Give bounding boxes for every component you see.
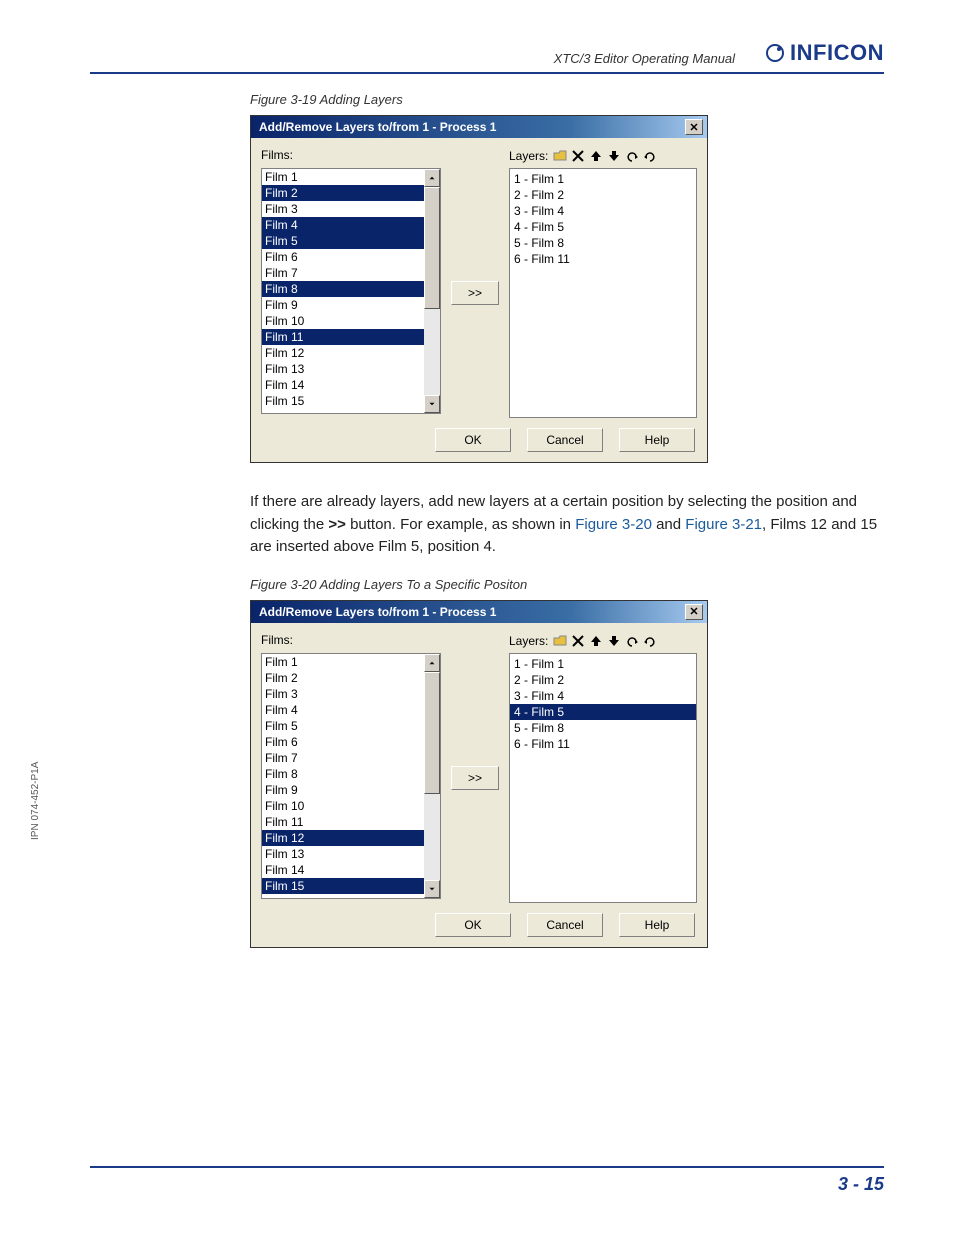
dialog-title: Add/Remove Layers to/from 1 - Process 1 [259,605,496,619]
film-item[interactable]: Film 11 [262,329,424,345]
film-item[interactable]: Film 2 [262,185,424,201]
film-item[interactable]: Film 8 [262,766,424,782]
ok-button[interactable]: OK [435,913,511,937]
layer-item[interactable]: 1 - Film 1 [510,656,696,672]
manual-title: XTC/3 Editor Operating Manual [554,51,745,66]
figure-caption-20: Figure 3-20 Adding Layers To a Specific … [250,577,884,592]
dialog-title: Add/Remove Layers to/from 1 - Process 1 [259,120,496,134]
films-label: Films: [261,633,441,649]
delete-icon[interactable] [570,148,586,164]
delete-icon[interactable] [570,633,586,649]
film-item[interactable]: Film 9 [262,782,424,798]
move-right-button[interactable]: >> [451,281,499,305]
cancel-button[interactable]: Cancel [527,428,603,452]
layers-label: Layers: [509,149,548,163]
film-item[interactable]: Film 13 [262,361,424,377]
ipn-label: IPN 074-452-P1A [30,762,41,840]
film-item[interactable]: Film 10 [262,798,424,814]
undo-icon[interactable] [624,633,640,649]
dialog-fig20: Add/Remove Layers to/from 1 - Process 1 … [250,600,708,948]
film-item[interactable]: Film 3 [262,686,424,702]
film-item[interactable]: Film 13 [262,846,424,862]
help-button[interactable]: Help [619,913,695,937]
redo-icon[interactable] [642,148,658,164]
close-icon[interactable]: ✕ [685,604,703,620]
film-item[interactable]: Film 2 [262,670,424,686]
scrollbar[interactable] [424,654,440,898]
film-item[interactable]: Film 6 [262,734,424,750]
scroll-thumb[interactable] [424,187,440,309]
titlebar[interactable]: Add/Remove Layers to/from 1 - Process 1 … [251,601,707,623]
move-right-button[interactable]: >> [451,766,499,790]
film-item[interactable]: Film 4 [262,217,424,233]
layer-item[interactable]: 6 - Film 11 [510,736,696,752]
film-item[interactable]: Film 15 [262,393,424,409]
film-item[interactable]: Film 3 [262,201,424,217]
scroll-thumb[interactable] [424,672,440,794]
layer-item[interactable]: 2 - Film 2 [510,187,696,203]
film-item[interactable]: Film 1 [262,654,424,670]
layer-item[interactable]: 4 - Film 5 [510,704,696,720]
films-listbox[interactable]: Film 1Film 2Film 3Film 4Film 5Film 6Film… [261,653,441,899]
layers-label: Layers: [509,634,548,648]
brand-icon [765,43,785,63]
film-item[interactable]: Film 5 [262,718,424,734]
link-fig321[interactable]: Figure 3-21 [685,516,762,533]
film-item[interactable]: Film 9 [262,297,424,313]
undo-icon[interactable] [624,148,640,164]
film-item[interactable]: Film 6 [262,249,424,265]
scroll-up-icon[interactable] [424,654,440,672]
redo-icon[interactable] [642,633,658,649]
help-button[interactable]: Help [619,428,695,452]
films-label: Films: [261,148,441,164]
open-icon[interactable] [552,148,568,164]
film-item[interactable]: Film 1 [262,169,424,185]
film-item[interactable]: Film 15 [262,878,424,894]
scrollbar[interactable] [424,169,440,413]
layer-item[interactable]: 5 - Film 8 [510,235,696,251]
layers-listbox[interactable]: 1 - Film 12 - Film 23 - Film 44 - Film 5… [509,168,697,418]
scroll-down-icon[interactable] [424,395,440,413]
brand-logo: INFICON [765,40,884,66]
cancel-button[interactable]: Cancel [527,913,603,937]
film-item[interactable]: Film 11 [262,814,424,830]
film-item[interactable]: Film 10 [262,313,424,329]
dialog-fig19: Add/Remove Layers to/from 1 - Process 1 … [250,115,708,463]
scroll-down-icon[interactable] [424,880,440,898]
film-item[interactable]: Film 14 [262,377,424,393]
page-header: XTC/3 Editor Operating Manual INFICON [90,40,884,74]
film-item[interactable]: Film 8 [262,281,424,297]
film-item[interactable]: Film 12 [262,830,424,846]
layer-item[interactable]: 3 - Film 4 [510,688,696,704]
body-paragraph: If there are already layers, add new lay… [250,491,884,559]
film-item[interactable]: Film 4 [262,702,424,718]
scroll-up-icon[interactable] [424,169,440,187]
down-icon[interactable] [606,148,622,164]
layer-item[interactable]: 4 - Film 5 [510,219,696,235]
film-item[interactable]: Film 7 [262,265,424,281]
layer-item[interactable]: 3 - Film 4 [510,203,696,219]
down-icon[interactable] [606,633,622,649]
films-listbox[interactable]: Film 1Film 2Film 3Film 4Film 5Film 6Film… [261,168,441,414]
layers-listbox[interactable]: 1 - Film 12 - Film 23 - Film 44 - Film 5… [509,653,697,903]
ok-button[interactable]: OK [435,428,511,452]
close-icon[interactable]: ✕ [685,119,703,135]
up-icon[interactable] [588,633,604,649]
link-fig320[interactable]: Figure 3-20 [575,516,652,533]
layer-item[interactable]: 6 - Film 11 [510,251,696,267]
layer-item[interactable]: 5 - Film 8 [510,720,696,736]
film-item[interactable]: Film 14 [262,862,424,878]
page-number: 3 - 15 [90,1166,884,1195]
open-icon[interactable] [552,633,568,649]
film-item[interactable]: Film 5 [262,233,424,249]
up-icon[interactable] [588,148,604,164]
figure-caption-19: Figure 3-19 Adding Layers [250,92,884,107]
titlebar[interactable]: Add/Remove Layers to/from 1 - Process 1 … [251,116,707,138]
layer-item[interactable]: 2 - Film 2 [510,672,696,688]
film-item[interactable]: Film 12 [262,345,424,361]
film-item[interactable]: Film 7 [262,750,424,766]
layer-item[interactable]: 1 - Film 1 [510,171,696,187]
